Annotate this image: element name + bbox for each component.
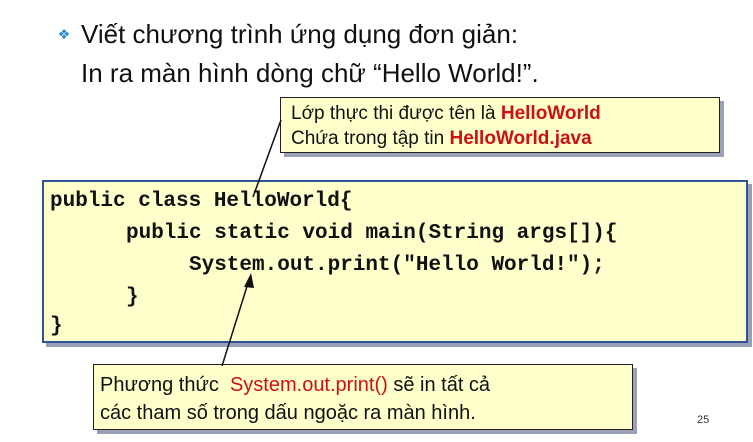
callout-top-line2: Chứa trong tập tin HelloWorld.java — [291, 126, 719, 151]
code-line-5: } — [50, 315, 63, 338]
code-line-4: } — [126, 286, 139, 309]
file-name-highlight: HelloWorld.java — [449, 128, 592, 149]
code-line-2: public static void main(String args[]){ — [126, 222, 618, 245]
class-name-highlight: HelloWorld — [500, 103, 601, 124]
callout-bottom-line1-suffix: sẽ in tất cả — [387, 374, 491, 396]
callout-bottom-line1: Phương thức System.out.print() sẽ in tất… — [100, 371, 632, 399]
callout-top-line2-text: Chứa trong tập tin — [291, 128, 450, 149]
callout-bottom-line2: các tham số trong dấu ngoặc ra màn hình. — [100, 402, 476, 424]
method-callout: Phương thức System.out.print() sẽ in tất… — [93, 364, 633, 430]
diamond-bullet-icon: ❖ — [57, 25, 71, 42]
code-box: public class HelloWorld{ public static v… — [42, 180, 748, 343]
class-name-callout: Lớp thực thi được tên là HelloWorld Chứa… — [280, 97, 720, 153]
instruction-line: In ra màn hình dòng chữ “Hello World!”. — [81, 58, 539, 88]
bullet-line: ❖ Viết chương trình ứng dụng đơn giản: — [53, 14, 518, 54]
callout-top-line1-text: Lớp thực thi được tên là — [291, 103, 501, 124]
method-name-highlight: System.out.print() — [229, 374, 388, 396]
callout-bottom-line1-prefix: Phương thức — [100, 374, 230, 396]
code-line-1: public class HelloWorld{ — [50, 190, 353, 213]
callout-top-line1: Lớp thực thi được tên là HelloWorld — [291, 101, 719, 126]
page-number: 25 — [697, 414, 710, 426]
bullet-text: Viết chương trình ứng dụng đơn giản: — [81, 18, 519, 49]
code-line-3: System.out.print("Hello World!"); — [189, 254, 605, 277]
